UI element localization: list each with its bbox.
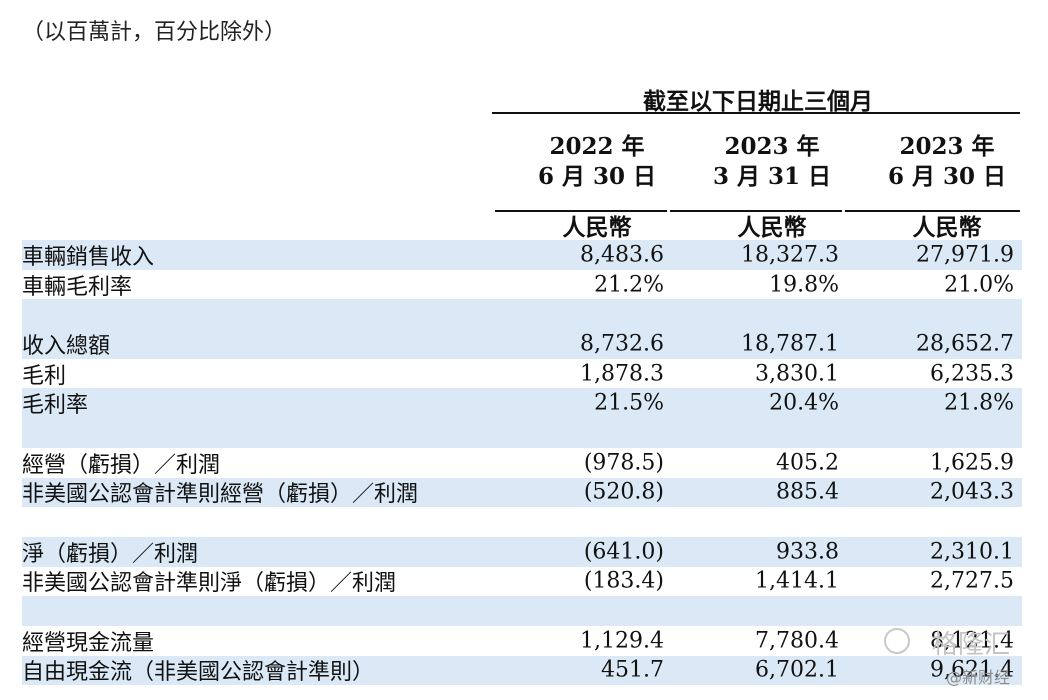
table-row: 非美國公認會計準則經營（虧損）／利潤 (520.8) 885.4 2,043.3 [22, 477, 1022, 508]
table-row: 車輛銷售收入 8,483.6 18,327.3 27,971.9 [22, 240, 1022, 270]
value-cell: 8,732.6 [580, 331, 664, 357]
table-row: 經營現金流量 1,129.4 7,780.4 8,121.4 [22, 626, 1022, 656]
value-cell: 405.2 [776, 450, 839, 476]
value-cell: 6,702.1 [755, 657, 839, 683]
table-row: 毛利率 21.5% 20.4% 21.8% [22, 388, 1022, 418]
value-cell: 21.2% [594, 272, 664, 298]
watermark-text: 格隆汇 [932, 630, 1011, 660]
value-cell: 1,414.1 [755, 568, 839, 594]
value-cell: 21.0% [944, 272, 1014, 298]
row-label: 車輛毛利率 [22, 274, 133, 300]
watermark-logo-icon [884, 628, 910, 654]
value-cell: 27,971.9 [916, 242, 1014, 268]
period-rule [492, 112, 1020, 114]
row-label: 收入總額 [22, 333, 111, 359]
currency-3: 人民幣 [912, 214, 982, 241]
row-label: 經營現金流量 [22, 630, 155, 656]
table-row: 收入總額 8,732.6 18,787.1 28,652.7 [22, 329, 1022, 359]
watermark-subtext: @新财经 [946, 668, 1011, 687]
column-header-2: 2023 年 3 月 31 日 [712, 133, 832, 190]
value-cell: 2,727.5 [930, 568, 1014, 594]
value-cell: 21.8% [944, 390, 1014, 416]
row-label: 自由現金流（非美國公認會計準則） [22, 660, 375, 686]
table-row: 車輛毛利率 21.2% 19.8% 21.0% [22, 270, 1022, 300]
units-note: （以百萬計，百分比除外） [22, 20, 287, 45]
value-cell: 18,327.3 [741, 242, 839, 268]
spacer-row [22, 418, 1022, 448]
row-label: 非美國公認會計準則淨（虧損）／利潤 [22, 571, 397, 597]
column-header-3: 2023 年 6 月 30 日 [887, 133, 1007, 190]
row-label: 非美國公認會計準則經營（虧損）／利潤 [22, 482, 419, 508]
value-cell: 933.8 [776, 539, 839, 565]
table-row: 非美國公認會計準則淨（虧損）／利潤 (183.4) 1,414.1 2,727.… [22, 567, 1022, 597]
value-cell: 19.8% [769, 272, 839, 298]
value-cell: 6,235.3 [930, 361, 1014, 387]
value-cell: (520.8) [583, 479, 664, 505]
value-cell: (641.0) [583, 539, 664, 565]
row-label: 毛利率 [22, 393, 89, 419]
value-cell: (978.5) [583, 450, 664, 476]
financial-table: 車輛銷售收入 8,483.6 18,327.3 27,971.9 車輛毛利率 2… [22, 240, 1022, 685]
table-row: 經營（虧損）／利潤 (978.5) 405.2 1,625.9 [22, 448, 1022, 478]
value-cell: 1,625.9 [930, 450, 1014, 476]
period-header: 截至以下日期止三個月 [643, 88, 873, 115]
value-cell: 885.4 [776, 479, 839, 505]
spacer-row [22, 596, 1022, 626]
value-cell: 2,310.1 [930, 539, 1014, 565]
value-cell: 8,483.6 [580, 242, 664, 268]
value-cell: 2,043.3 [930, 479, 1014, 505]
watermark: 格隆汇 @新财经 [880, 620, 1048, 690]
value-cell: (183.4) [583, 568, 664, 594]
value-cell: 21.5% [594, 390, 664, 416]
value-cell: 28,652.7 [916, 331, 1014, 357]
value-cell: 3,830.1 [755, 361, 839, 387]
value-cell: 18,787.1 [741, 331, 839, 357]
row-label: 淨（虧損）／利潤 [22, 541, 199, 567]
row-label: 車輛銷售收入 [22, 244, 155, 270]
column-header-1: 2022 年 6 月 30 日 [537, 133, 657, 190]
value-cell: 7,780.4 [755, 628, 839, 654]
spacer-row [22, 507, 1022, 537]
value-cell: 451.7 [601, 657, 664, 683]
value-cell: 1,878.3 [580, 361, 664, 387]
table-row: 毛利 1,878.3 3,830.1 6,235.3 [22, 359, 1022, 389]
spacer-row [22, 299, 1022, 330]
row-label: 經營（虧損）／利潤 [22, 452, 221, 478]
row-label: 毛利 [22, 363, 67, 389]
currency-1: 人民幣 [562, 214, 632, 241]
value-cell: 20.4% [769, 390, 839, 416]
table-row: 自由現金流（非美國公認會計準則） 451.7 6,702.1 9,621.4 [22, 655, 1022, 686]
table-row: 淨（虧損）／利潤 (641.0) 933.8 2,310.1 [22, 536, 1022, 567]
value-cell: 1,129.4 [580, 628, 664, 654]
currency-2: 人民幣 [737, 214, 807, 241]
